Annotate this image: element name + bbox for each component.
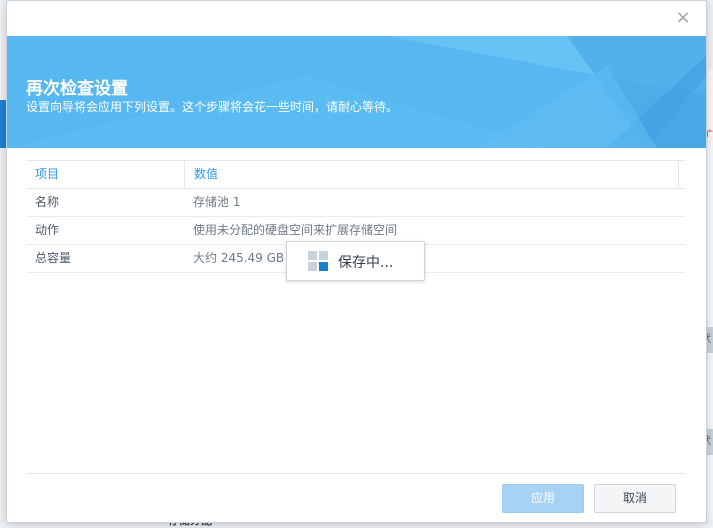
saving-text: 保存中... <box>338 255 394 271</box>
apply-button[interactable]: 应用 <box>502 484 584 513</box>
close-icon[interactable]: × <box>674 9 692 27</box>
saving-indicator: 保存中... <box>286 241 425 281</box>
loading-tiles-icon <box>308 251 328 271</box>
review-settings-dialog: × 再次检查设置 设置向导将会应用下列设置。这个步骤将会花一些时间，请耐心等待。… <box>6 0 707 523</box>
table-row: 名称 存储池 1 <box>26 189 686 217</box>
row-label: 名称 <box>35 195 60 209</box>
row-value: 大约 245.49 GB <box>193 251 285 265</box>
dialog-subtitle: 设置向导将会应用下列设置。这个步骤将会花一些时间，请耐心等待。 <box>26 100 399 114</box>
row-label: 总容量 <box>35 251 72 265</box>
column-header-item[interactable]: 项目 <box>26 161 185 188</box>
table-header: 项目 数值 <box>26 160 686 189</box>
row-value: 使用未分配的硬盘空间来扩展存储空间 <box>193 223 398 237</box>
footer-divider <box>26 473 686 474</box>
dialog-banner: 再次检查设置 设置向导将会应用下列设置。这个步骤将会花一些时间，请耐心等待。 <box>7 36 706 148</box>
cancel-button[interactable]: 取消 <box>594 484 676 513</box>
row-label: 动作 <box>35 223 60 237</box>
column-header-spacer <box>679 161 686 188</box>
row-value: 存储池 1 <box>193 195 241 209</box>
dialog-title: 再次检查设置 <box>26 79 128 99</box>
column-header-value[interactable]: 数值 <box>185 161 679 188</box>
